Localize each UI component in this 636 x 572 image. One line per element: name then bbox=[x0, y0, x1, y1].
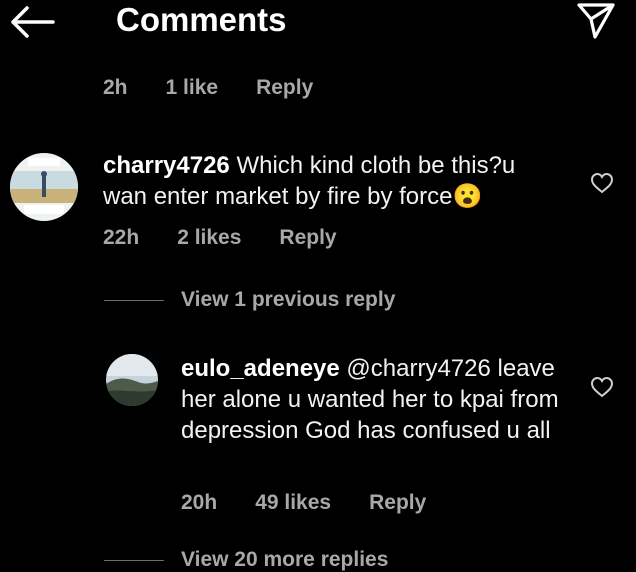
comment-likes[interactable]: 2 likes bbox=[177, 226, 241, 250]
reply-body: eulo_adeneye @charry4726 leave her alone… bbox=[181, 353, 561, 446]
comment-time: 2h bbox=[103, 76, 128, 99]
back-button[interactable] bbox=[6, 2, 58, 42]
arrow-left-icon bbox=[11, 6, 55, 38]
reply-likes[interactable]: 49 likes bbox=[255, 491, 331, 515]
like-button[interactable] bbox=[587, 372, 617, 402]
comment-username[interactable]: charry4726 bbox=[103, 152, 230, 179]
emoji-surprised: 😮 bbox=[452, 183, 483, 210]
top-comment-meta: 2h 1 like Reply bbox=[103, 76, 313, 100]
comment-meta: 22h 2 likes Reply bbox=[103, 226, 337, 250]
avatar[interactable] bbox=[106, 354, 158, 406]
view-previous-label: View 1 previous reply bbox=[181, 288, 396, 311]
view-more-replies[interactable]: View 20 more replies bbox=[181, 548, 388, 572]
reply-button[interactable]: Reply bbox=[369, 491, 426, 515]
heart-icon bbox=[590, 172, 614, 194]
header-bar: Comments bbox=[0, 0, 636, 48]
view-previous-replies[interactable]: View 1 previous reply bbox=[104, 288, 395, 312]
reply-button[interactable]: Reply bbox=[256, 76, 313, 100]
avatar-image bbox=[106, 354, 158, 406]
avatar[interactable] bbox=[10, 153, 78, 221]
reply-meta: 20h 49 likes Reply bbox=[181, 491, 426, 515]
reply-button[interactable]: Reply bbox=[279, 226, 336, 250]
divider-line bbox=[104, 560, 164, 561]
divider-line bbox=[104, 299, 164, 301]
heart-icon bbox=[590, 376, 614, 398]
comment-time: 22h bbox=[103, 226, 140, 249]
page-title: Comments bbox=[116, 1, 287, 38]
share-button[interactable] bbox=[574, 0, 618, 42]
comment-body: charry4726 Which kind cloth be this?u wa… bbox=[103, 150, 563, 212]
reply-time: 20h bbox=[181, 491, 218, 514]
comment-likes[interactable]: 1 like bbox=[166, 76, 219, 100]
avatar-image bbox=[10, 153, 78, 221]
like-button[interactable] bbox=[587, 168, 617, 198]
reply-username[interactable]: eulo_adeneye bbox=[181, 355, 340, 382]
paper-plane-icon bbox=[577, 3, 615, 39]
